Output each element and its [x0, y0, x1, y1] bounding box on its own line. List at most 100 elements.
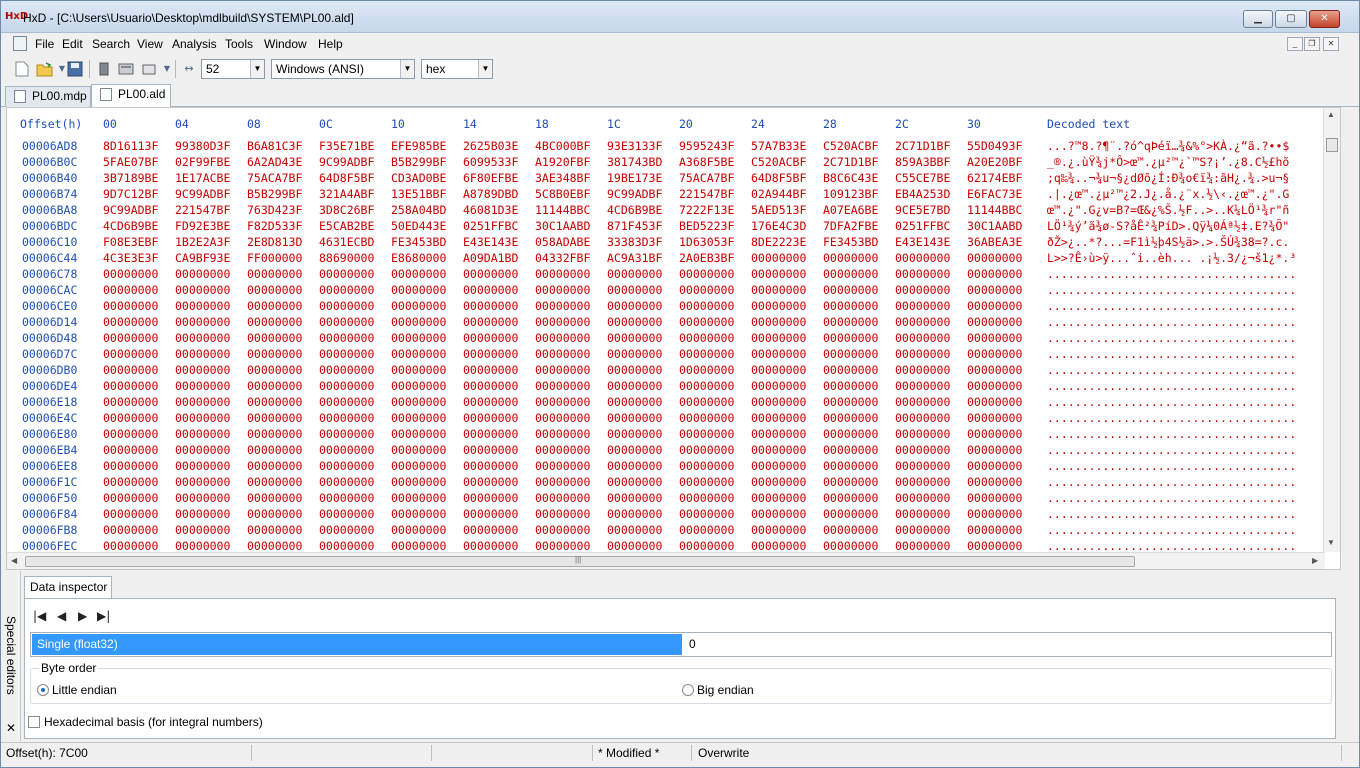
hex-cell[interactable]: 00000000: [967, 282, 1022, 298]
close-button[interactable]: ✕: [1309, 10, 1340, 28]
hex-cell[interactable]: 00000000: [103, 298, 158, 314]
hex-cell[interactable]: 00000000: [679, 362, 734, 378]
hex-cell[interactable]: 93E3133F: [607, 138, 662, 154]
hex-cell[interactable]: 00000000: [319, 490, 374, 506]
hex-cell[interactable]: 00000000: [319, 474, 374, 490]
hex-cell[interactable]: 00000000: [967, 298, 1022, 314]
hex-cell[interactable]: 1D63053F: [679, 234, 734, 250]
hex-cell[interactable]: 00000000: [967, 394, 1022, 410]
hex-cell[interactable]: 00000000: [175, 506, 230, 522]
hex-cell[interactable]: C520ACBF: [751, 154, 806, 170]
decoded-text[interactable]: ....................................: [1047, 378, 1325, 394]
hex-cell[interactable]: 00000000: [103, 426, 158, 442]
hex-cell[interactable]: 00000000: [679, 298, 734, 314]
decoded-text[interactable]: ....................................: [1047, 394, 1325, 410]
hex-cell[interactable]: 0251FFBC: [463, 218, 518, 234]
hex-row[interactable]: 00006D48 00000000 00000000 00000000 00000000…: [7, 330, 1340, 346]
hex-cell[interactable]: 00000000: [391, 282, 446, 298]
hex-cell[interactable]: 8D16113F: [103, 138, 158, 154]
hex-row[interactable]: 00006BDC 4CD6B9BE FD92E3BE F82D533F E5CAB2BE…: [7, 218, 1340, 234]
hex-row[interactable]: 00006F50 00000000 00000000 00000000 00000000…: [7, 490, 1340, 506]
hex-cell[interactable]: 00000000: [463, 506, 518, 522]
hex-cell[interactable]: 00000000: [463, 426, 518, 442]
hex-cell[interactable]: 5AED513F: [751, 202, 806, 218]
hex-cell[interactable]: 00000000: [607, 490, 662, 506]
hex-cell[interactable]: C520ACBF: [823, 138, 878, 154]
hex-cell[interactable]: 00000000: [391, 490, 446, 506]
hex-cell[interactable]: 00000000: [103, 282, 158, 298]
hex-cell[interactable]: B5B299BF: [247, 186, 302, 202]
hex-cell[interactable]: 00000000: [463, 282, 518, 298]
hex-cell[interactable]: 00000000: [103, 458, 158, 474]
hex-cell[interactable]: 763D423F: [247, 202, 302, 218]
hex-cell[interactable]: 00000000: [679, 346, 734, 362]
hex-cell[interactable]: 00000000: [967, 346, 1022, 362]
hex-cell[interactable]: 00000000: [319, 282, 374, 298]
hex-cell[interactable]: 00000000: [535, 266, 590, 282]
decoded-text[interactable]: LÖ¹¾ý’ã¾ø-S?åÊ²¾PíD>.Qÿ¼0Áª½‡.E?¾Õ": [1047, 218, 1325, 234]
hex-cell[interactable]: 00000000: [103, 474, 158, 490]
hex-cell[interactable]: 00000000: [535, 506, 590, 522]
hex-cell[interactable]: 00000000: [895, 506, 950, 522]
hex-cell[interactable]: E5CAB2BE: [319, 218, 374, 234]
hex-cell[interactable]: CD3AD0BE: [391, 170, 446, 186]
hex-cell[interactable]: 00000000: [823, 426, 878, 442]
hex-cell[interactable]: 00000000: [751, 522, 806, 538]
hex-cell[interactable]: 00000000: [679, 410, 734, 426]
menu-window[interactable]: Window: [264, 37, 307, 51]
hex-cell[interactable]: 9C99ADBF: [319, 154, 374, 170]
hex-cell[interactable]: 00000000: [463, 298, 518, 314]
hex-cell[interactable]: A20E20BF: [967, 154, 1022, 170]
hex-cell[interactable]: 00000000: [175, 490, 230, 506]
hex-cell[interactable]: 871F453F: [607, 218, 662, 234]
hex-cell[interactable]: 00000000: [463, 410, 518, 426]
data-value-cell[interactable]: 0: [689, 634, 696, 655]
hex-cell[interactable]: 00000000: [247, 522, 302, 538]
hex-cell[interactable]: 02A944BF: [751, 186, 806, 202]
hex-cell[interactable]: 859A3BBF: [895, 154, 950, 170]
hex-cell[interactable]: 00000000: [175, 266, 230, 282]
hex-row[interactable]: 00006AD8 8D16113F 99380D3F B6A81C3F F35E71BE…: [7, 138, 1340, 154]
hex-cell[interactable]: 00000000: [247, 394, 302, 410]
hex-cell[interactable]: 00000000: [895, 378, 950, 394]
hex-cell[interactable]: 00000000: [679, 490, 734, 506]
hex-cell[interactable]: 9C99ADBF: [175, 186, 230, 202]
mdi-minimize-button[interactable]: _: [1287, 37, 1303, 51]
hex-cell[interactable]: 00000000: [679, 506, 734, 522]
hex-cell[interactable]: 62174EBF: [967, 170, 1022, 186]
scroll-up-icon[interactable]: ▲: [1327, 110, 1335, 119]
hex-cell[interactable]: 00000000: [175, 330, 230, 346]
hex-cell[interactable]: 00000000: [535, 362, 590, 378]
hex-cell[interactable]: 2625B03E: [463, 138, 518, 154]
hex-cell[interactable]: 4BC000BF: [535, 138, 590, 154]
hex-cell[interactable]: 00000000: [607, 362, 662, 378]
tab-pl00-ald[interactable]: PL00.ald: [91, 84, 171, 108]
hex-cell[interactable]: 00000000: [535, 426, 590, 442]
hex-cell[interactable]: 3AE348BF: [535, 170, 590, 186]
hex-cell[interactable]: 00000000: [607, 266, 662, 282]
hex-cell[interactable]: 00000000: [103, 378, 158, 394]
hex-cell[interactable]: 8DE2223E: [751, 234, 806, 250]
hex-cell[interactable]: AC9A31BF: [607, 250, 662, 266]
hex-cell[interactable]: 00000000: [535, 394, 590, 410]
hex-cell[interactable]: 00000000: [607, 474, 662, 490]
hex-rows[interactable]: 00006AD8 8D16113F 99380D3F B6A81C3F F35E71BE…: [7, 138, 1340, 554]
hex-cell[interactable]: 00000000: [823, 282, 878, 298]
hex-cell[interactable]: 00000000: [391, 330, 446, 346]
tab-pl00-mdp[interactable]: PL00.mdp: [5, 86, 91, 107]
hex-cell[interactable]: 3D8C26BF: [319, 202, 374, 218]
hex-cell[interactable]: 00000000: [607, 410, 662, 426]
hex-cell[interactable]: F35E71BE: [319, 138, 374, 154]
hex-cell[interactable]: 00000000: [463, 330, 518, 346]
decoded-text[interactable]: ....................................: [1047, 314, 1325, 330]
hex-cell[interactable]: 00000000: [247, 378, 302, 394]
hex-cell[interactable]: 1B2E2A3F: [175, 234, 230, 250]
hex-cell[interactable]: 00000000: [463, 490, 518, 506]
hex-cell[interactable]: 00000000: [391, 506, 446, 522]
decoded-text[interactable]: .|.¿œ™.¿µ²™¿2.J¿.å.¿¨x.½\‹.¿œ™.¿".G: [1047, 186, 1325, 202]
hex-cell[interactable]: FE3453BD: [391, 234, 446, 250]
hex-cell[interactable]: 00000000: [967, 250, 1022, 266]
hex-cell[interactable]: 00000000: [175, 458, 230, 474]
hex-cell[interactable]: 00000000: [247, 458, 302, 474]
hex-cell[interactable]: CA9BF93E: [175, 250, 230, 266]
